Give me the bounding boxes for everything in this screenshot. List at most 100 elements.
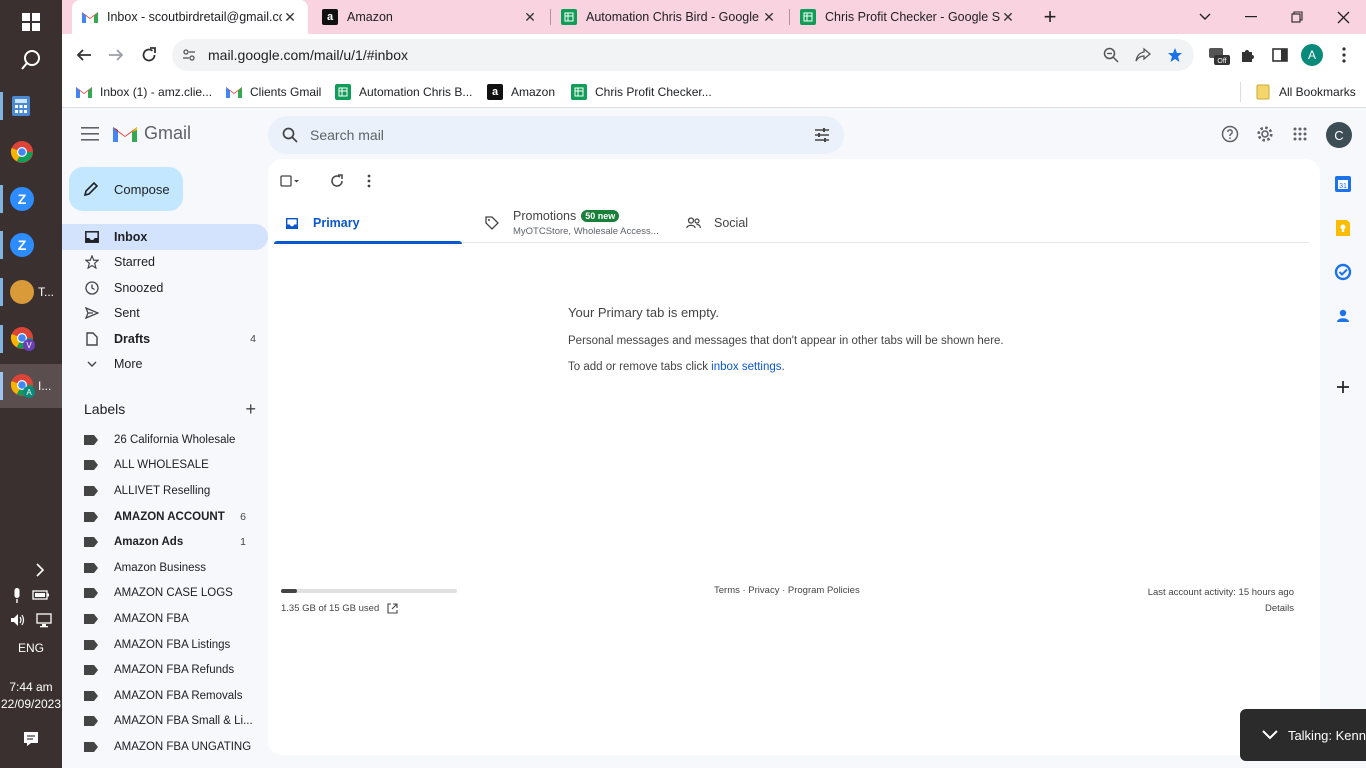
close-window-button[interactable] <box>1320 0 1366 34</box>
bookmark-clients-gmail[interactable]: Clients Gmail <box>226 82 321 102</box>
google-apps-button[interactable] <box>1289 123 1311 145</box>
bookmark-inbox[interactable]: Inbox (1) - amz.clie... <box>76 82 212 102</box>
clock-time[interactable]: 7:44 am <box>0 680 62 694</box>
new-tab-button[interactable]: + <box>1035 0 1065 34</box>
account-avatar[interactable]: C <box>1326 122 1352 148</box>
bookmark-star-icon[interactable] <box>1166 46 1184 64</box>
taskbar-app-chrome[interactable] <box>0 130 62 174</box>
browser-menu-button[interactable] <box>1330 41 1358 69</box>
label-item[interactable]: AMAZON FBA Refunds <box>62 657 268 683</box>
zoom-icon[interactable] <box>1102 46 1120 64</box>
share-icon[interactable] <box>1134 46 1152 64</box>
volume-icon[interactable] <box>10 612 26 628</box>
browser-tab-profit-checker[interactable]: Chris Profit Checker - Google Sheets ✕ <box>790 0 1026 34</box>
keep-app-button[interactable] <box>1334 219 1352 237</box>
nav-item-sent[interactable]: Sent <box>62 301 268 327</box>
restore-button[interactable] <box>1274 0 1320 34</box>
tab-search-button[interactable] <box>1182 0 1228 34</box>
back-button[interactable] <box>70 41 98 69</box>
tasks-app-button[interactable] <box>1334 263 1352 281</box>
battery-icon[interactable] <box>32 588 50 602</box>
taskbar-app-label: I... <box>38 379 52 393</box>
label-item[interactable]: 26 California Wholesale <box>62 427 268 453</box>
notifications-button[interactable] <box>0 730 62 751</box>
more-options-button[interactable] <box>359 171 379 191</box>
taskbar-app-chrome-v[interactable]: V <box>0 317 62 361</box>
label-item[interactable]: AMAZON CASE LOGS <box>62 581 268 607</box>
forward-button[interactable] <box>102 41 130 69</box>
label-item[interactable]: Amazon Ads 1 <box>62 529 268 555</box>
taskbar-app-chrome-a[interactable]: A I... <box>0 364 62 408</box>
arrow-right-icon <box>109 49 124 61</box>
language-indicator[interactable]: ENG <box>0 641 62 655</box>
extension-off-button[interactable]: Off <box>1204 41 1232 69</box>
inbox-settings-link[interactable]: inbox settings <box>711 361 781 373</box>
compose-button[interactable]: Compose <box>69 167 183 211</box>
show-hidden-icons-button[interactable] <box>0 563 62 580</box>
minimize-button[interactable] <box>1228 0 1274 34</box>
nav-item-more[interactable]: More <box>62 352 268 378</box>
side-panel-button[interactable] <box>1266 41 1294 69</box>
support-button[interactable] <box>1219 123 1241 145</box>
nav-item-starred[interactable]: Starred <box>62 250 268 276</box>
taskbar-search-button[interactable] <box>0 38 62 82</box>
label-item[interactable]: AMAZON FBA Listings <box>62 632 268 658</box>
search-input[interactable] <box>310 127 790 143</box>
taskbar-app-zoom-1[interactable]: Z <box>0 177 62 221</box>
gmail-logo[interactable]: Gmail <box>112 123 191 144</box>
extensions-button[interactable] <box>1234 41 1262 69</box>
label-item[interactable]: ALL WHOLESALE <box>62 453 268 479</box>
refresh-button[interactable] <box>327 171 347 191</box>
bookmark-profit-checker[interactable]: Chris Profit Checker... <box>571 82 712 102</box>
label-item[interactable]: Amazon Business <box>62 555 268 581</box>
nav-item-drafts[interactable]: Drafts 4 <box>62 326 268 352</box>
settings-button[interactable] <box>1254 123 1276 145</box>
tab-promotions[interactable]: Promotions 50 new MyOTCStore, Wholesale … <box>484 203 674 243</box>
create-label-icon[interactable]: + <box>245 399 256 420</box>
close-tab-icon[interactable]: ✕ <box>1000 9 1016 26</box>
main-menu-button[interactable] <box>78 122 102 146</box>
nav-item-inbox[interactable]: Inbox <box>62 224 268 250</box>
taskbar-app-calculator[interactable] <box>0 84 62 128</box>
search-icon[interactable] <box>282 127 298 143</box>
all-bookmarks-button[interactable]: All Bookmarks <box>1240 82 1356 102</box>
close-tab-icon[interactable]: ✕ <box>522 9 538 26</box>
search-box[interactable] <box>268 116 844 154</box>
close-tab-icon[interactable]: ✕ <box>282 9 298 26</box>
label-item[interactable]: AMAZON FBA UNGATING <box>62 734 268 760</box>
footer-links[interactable]: Terms · Privacy · Program Policies <box>714 585 860 596</box>
taskbar-app-zoom-2[interactable]: Z <box>0 223 62 267</box>
tab-social[interactable]: Social <box>685 203 805 243</box>
zoom-talking-indicator[interactable]: Talking: Kenn <box>1240 709 1366 761</box>
close-tab-icon[interactable]: ✕ <box>761 9 777 26</box>
calendar-app-button[interactable]: 31 <box>1334 175 1352 193</box>
label-item[interactable]: AMAZON ACCOUNT 6 <box>62 504 268 530</box>
browser-tab-amazon[interactable]: a Amazon ✕ <box>312 0 548 34</box>
site-info-icon[interactable] <box>182 48 196 62</box>
microphone-icon[interactable] <box>12 588 22 604</box>
clock-date[interactable]: 22/09/2023 <box>0 697 62 711</box>
tab-primary[interactable]: Primary <box>274 203 462 244</box>
label-item[interactable]: AMAZON FBA Small & Li... <box>62 709 268 735</box>
reload-button[interactable] <box>135 41 163 69</box>
open-in-new-icon[interactable] <box>387 603 398 614</box>
bookmark-amazon[interactable]: a Amazon <box>487 82 555 102</box>
address-bar[interactable]: mail.google.com/mail/u/1/#inbox <box>172 39 1194 71</box>
browser-tab-gmail[interactable]: Inbox - scoutbirdretail@gmail.com ✕ <box>72 0 308 34</box>
label-item[interactable]: AMAZON FBA Removals <box>62 683 268 709</box>
label-item[interactable]: ALLIVET Reselling <box>62 478 268 504</box>
taskbar-app-avatar[interactable]: T... <box>0 270 62 314</box>
url-text[interactable]: mail.google.com/mail/u/1/#inbox <box>208 47 408 63</box>
contacts-app-button[interactable] <box>1334 307 1352 325</box>
browser-tab-automation-sheet[interactable]: Automation Chris Bird - Google Sheets ✕ <box>551 0 787 34</box>
details-link[interactable]: Details <box>1148 601 1294 617</box>
search-options-icon[interactable] <box>814 127 830 143</box>
network-icon[interactable] <box>36 612 52 628</box>
label-item[interactable]: AMAZON FBA <box>62 606 268 632</box>
nav-item-snoozed[interactable]: Snoozed <box>62 275 268 301</box>
label-tag-icon <box>84 562 98 573</box>
profile-button[interactable]: A <box>1298 41 1326 69</box>
select-all-checkbox[interactable] <box>280 171 300 191</box>
bookmark-automation[interactable]: Automation Chris B... <box>335 82 472 102</box>
get-addons-button[interactable] <box>1334 378 1352 396</box>
